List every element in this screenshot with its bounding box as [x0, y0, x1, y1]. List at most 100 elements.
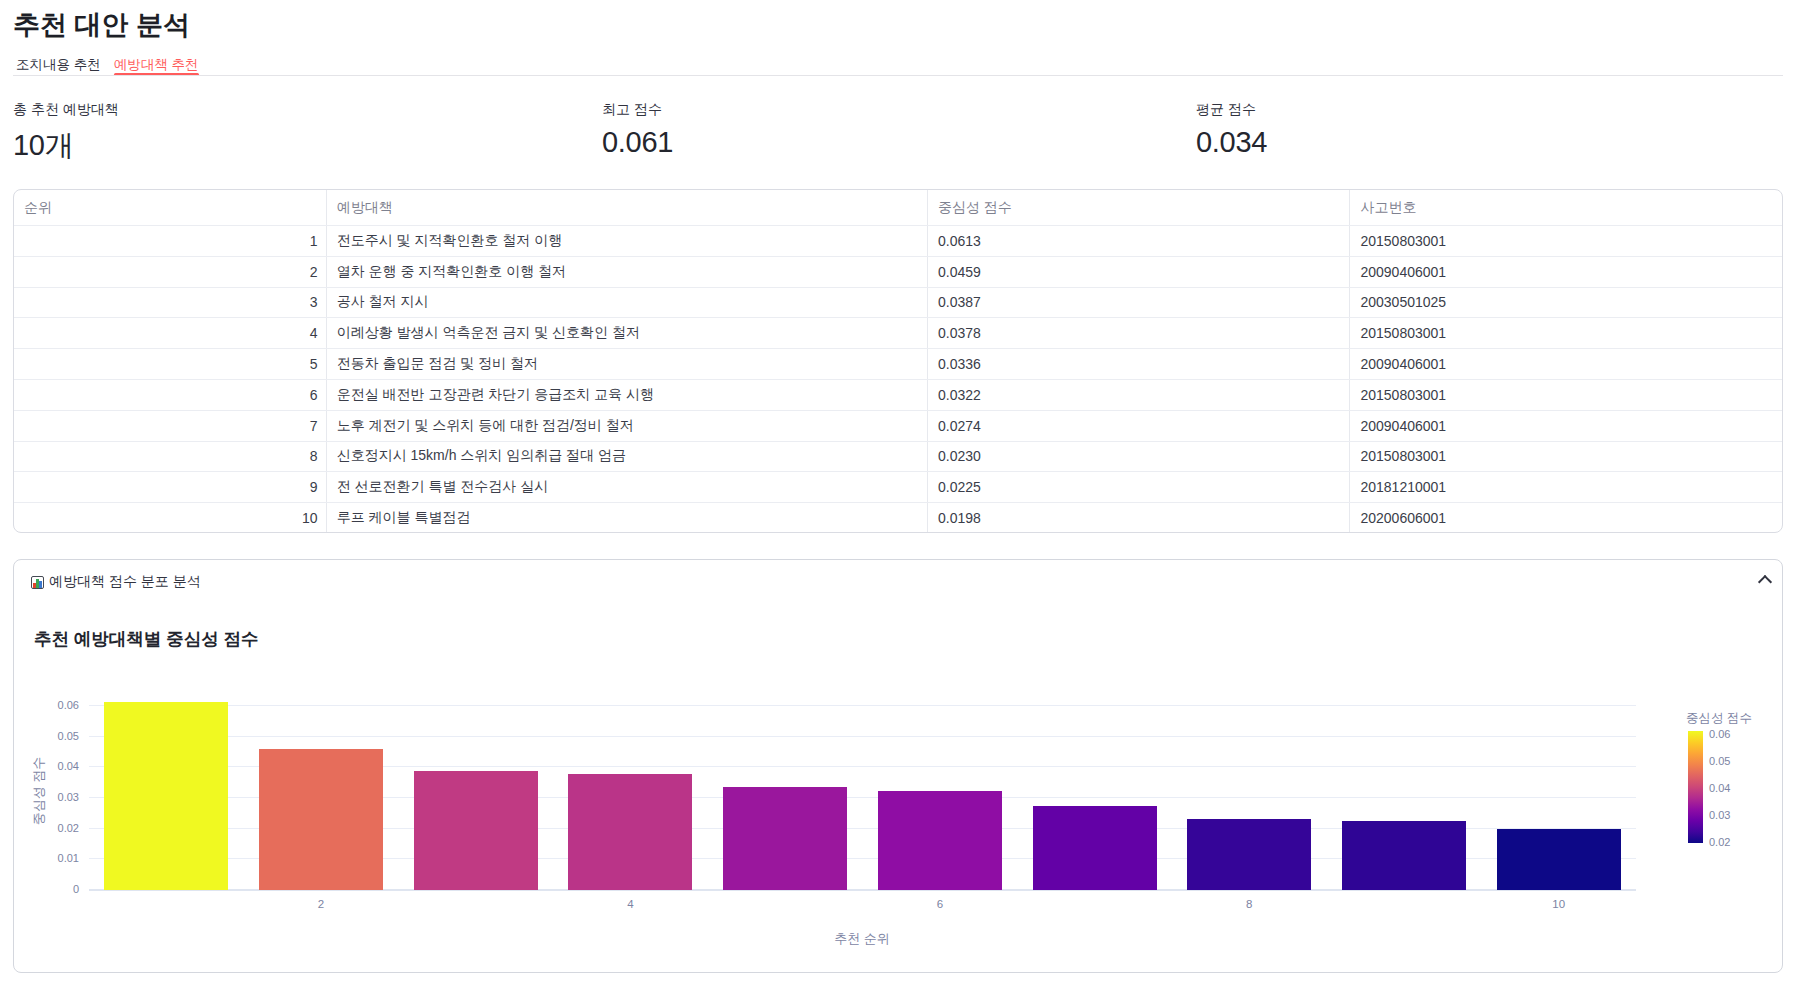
- column-header: 예방대책: [327, 190, 928, 225]
- table-row: 6운전실 배전반 고장관련 차단기 응급조치 교육 시행0.0322201508…: [14, 379, 1782, 410]
- bar-rank-7: [1033, 806, 1157, 890]
- x-tick-label: 8: [1219, 898, 1279, 910]
- table-cell: 9: [14, 472, 327, 502]
- table-cell: 10: [14, 503, 327, 533]
- table-cell: 20150803001: [1350, 380, 1782, 410]
- metric-value: 10개: [13, 126, 573, 166]
- table-cell: 4: [14, 318, 327, 348]
- table-cell: 6: [14, 380, 327, 410]
- colorbar-tick-label: 0.03: [1709, 809, 1730, 821]
- table-cell: 20090406001: [1350, 349, 1782, 379]
- table-cell: 0.0613: [928, 226, 1351, 256]
- x-tick-label: 4: [600, 898, 660, 910]
- table-cell: 0.0336: [928, 349, 1351, 379]
- bar-rank-4: [568, 774, 692, 890]
- table-row: 5전동차 출입문 점검 및 정비 철저0.033620090406001: [14, 348, 1782, 379]
- column-header: 중심성 점수: [928, 190, 1351, 225]
- table-cell: 공사 철저 지시: [327, 288, 928, 318]
- table-cell: 운전실 배전반 고장관련 차단기 응급조치 교육 시행: [327, 380, 928, 410]
- table-cell: 전도주시 및 지적확인환호 철저 이행: [327, 226, 928, 256]
- tab-action-recommendation[interactable]: 조치내용 추천: [16, 56, 101, 74]
- table-cell: 0.0230: [928, 442, 1351, 472]
- x-tick-label: 10: [1529, 898, 1589, 910]
- colorbar-tick-label: 0.04: [1709, 782, 1730, 794]
- metric-label: 평균 점수: [1196, 101, 1756, 119]
- table-cell: 0.0378: [928, 318, 1351, 348]
- bar-rank-10: [1497, 829, 1621, 890]
- table-cell: 5: [14, 349, 327, 379]
- table-cell: 0.0387: [928, 288, 1351, 318]
- table-cell: 20150803001: [1350, 442, 1782, 472]
- table-cell: 이례상황 발생시 억측운전 금지 및 신호확인 철저: [327, 318, 928, 348]
- table-cell: 20090406001: [1350, 411, 1782, 441]
- column-header: 사고번호: [1350, 190, 1782, 225]
- column-header: 순위: [14, 190, 327, 225]
- y-tick-label: 0.01: [14, 852, 79, 864]
- metric-label: 최고 점수: [602, 101, 1162, 119]
- bar-rank-9: [1342, 821, 1466, 890]
- table-cell: 20150803001: [1350, 318, 1782, 348]
- expander-label[interactable]: 예방대책 점수 분포 분석: [49, 573, 201, 591]
- table-cell: 전 선로전환기 특별 전수검사 실시: [327, 472, 928, 502]
- chart-title: 추천 예방대책별 중심성 점수: [34, 627, 259, 651]
- table-cell: 20181210001: [1350, 472, 1782, 502]
- x-tick-label: 6: [910, 898, 970, 910]
- tabs-divider: [13, 75, 1783, 76]
- table-cell: 0.0225: [928, 472, 1351, 502]
- bar-chart-icon: [31, 576, 44, 589]
- table-cell: 20030501025: [1350, 288, 1782, 318]
- bar-rank-1: [104, 702, 228, 890]
- y-tick-label: 0.03: [14, 791, 79, 803]
- colorbar-title: 중심성 점수: [1686, 710, 1752, 727]
- table-cell: 루프 케이블 특별점검: [327, 503, 928, 533]
- table-cell: 신호정지시 15km/h 스위치 임의취급 절대 엄금: [327, 442, 928, 472]
- colorbar-gradient: [1688, 731, 1703, 843]
- table-cell: 8: [14, 442, 327, 472]
- tab-prevention-recommendation[interactable]: 예방대책 추천: [114, 56, 199, 74]
- colorbar-tick-label: 0.02: [1709, 836, 1730, 848]
- x-axis-title: 추천 순위: [762, 930, 962, 948]
- gridline: [89, 736, 1636, 737]
- bar-rank-5: [723, 787, 847, 890]
- y-tick-label: 0: [14, 883, 79, 895]
- table-cell: 1: [14, 226, 327, 256]
- table-cell: 전동차 출입문 점검 및 정비 철저: [327, 349, 928, 379]
- table-cell: 0.0322: [928, 380, 1351, 410]
- table-cell: 열차 운행 중 지적확인환호 이행 철저: [327, 257, 928, 287]
- y-tick-label: 0.02: [14, 822, 79, 834]
- metric-value: 0.061: [602, 126, 1162, 159]
- table-row: 8신호정지시 15km/h 스위치 임의취급 절대 엄금0.0230201508…: [14, 441, 1782, 472]
- bar-rank-8: [1187, 819, 1311, 890]
- table-row: 1전도주시 및 지적확인환호 철저 이행0.061320150803001: [14, 225, 1782, 256]
- table-cell: 20090406001: [1350, 257, 1782, 287]
- table-cell: 20200606001: [1350, 503, 1782, 533]
- table-cell: 2: [14, 257, 327, 287]
- chevron-up-icon[interactable]: [1758, 575, 1772, 589]
- metric-2: 평균 점수 0.034: [1196, 101, 1756, 159]
- table-row: 9전 선로전환기 특별 전수검사 실시0.022520181210001: [14, 471, 1782, 502]
- table-cell: 0.0459: [928, 257, 1351, 287]
- table-cell: 0.0198: [928, 503, 1351, 533]
- page-title: 추천 대안 분석: [13, 7, 190, 43]
- recommendation-table: 순위예방대책중심성 점수사고번호1전도주시 및 지적확인환호 철저 이행0.06…: [13, 189, 1783, 533]
- table-cell: 3: [14, 288, 327, 318]
- y-tick-label: 0.06: [14, 699, 79, 711]
- colorbar-tick-label: 0.06: [1709, 728, 1730, 740]
- metric-label: 총 추천 예방대책: [13, 101, 573, 119]
- x-tick-label: 2: [291, 898, 351, 910]
- table-row: 10루프 케이블 특별점검0.019820200606001: [14, 502, 1782, 533]
- table-row: 3공사 철저 지시0.038720030501025: [14, 287, 1782, 318]
- score-distribution-expander: 예방대책 점수 분포 분석 추천 예방대책별 중심성 점수 중심성 점수 추천 …: [13, 559, 1783, 973]
- bar-rank-3: [414, 771, 538, 890]
- table-cell: 7: [14, 411, 327, 441]
- table-row: 2열차 운행 중 지적확인환호 이행 철저0.045920090406001: [14, 256, 1782, 287]
- colorbar-tick-label: 0.05: [1709, 755, 1730, 767]
- bar-rank-2: [259, 749, 383, 890]
- table-row: 4이례상황 발생시 억측운전 금지 및 신호확인 철저0.03782015080…: [14, 317, 1782, 348]
- bar-rank-6: [878, 791, 1002, 890]
- metric-0: 총 추천 예방대책 10개: [13, 101, 573, 166]
- table-cell: 20150803001: [1350, 226, 1782, 256]
- table-header-row: 순위예방대책중심성 점수사고번호: [14, 190, 1782, 225]
- y-tick-label: 0.04: [14, 760, 79, 772]
- table-row: 7노후 계전기 및 스위치 등에 대한 점검/정비 철저0.0274200904…: [14, 410, 1782, 441]
